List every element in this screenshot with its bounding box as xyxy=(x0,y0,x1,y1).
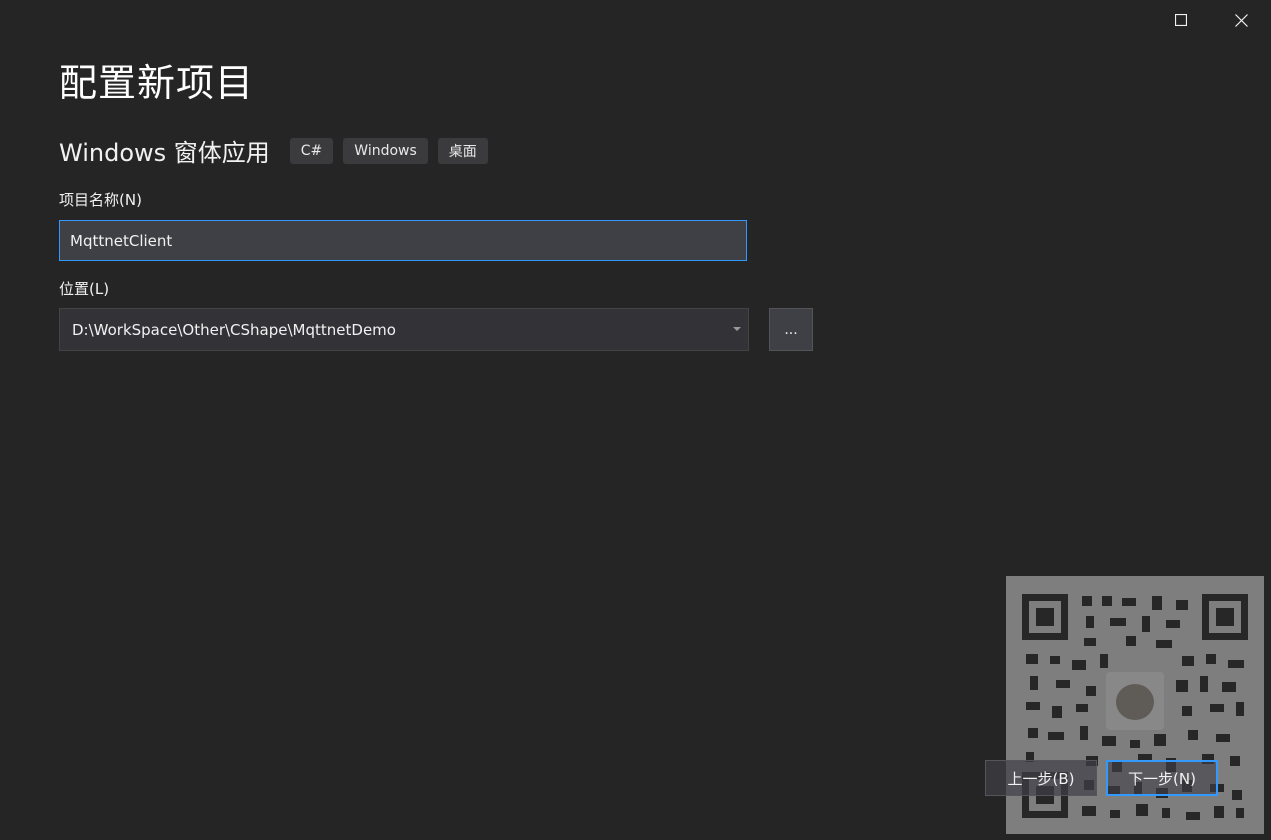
configure-project-window: 配置新项目 Windows 窗体应用 C# Windows 桌面 项目名称(N)… xyxy=(0,0,1271,840)
tag-platform: Windows xyxy=(343,137,428,164)
close-button[interactable] xyxy=(1211,0,1271,40)
close-icon xyxy=(1234,13,1248,27)
qr-center-avatar xyxy=(1106,672,1164,730)
location-value: D:\WorkSpace\Other\CShape\MqttnetDemo xyxy=(72,320,396,339)
project-name-label: 项目名称(N) xyxy=(59,191,142,209)
browse-button[interactable]: ... xyxy=(769,308,813,351)
avatar-face xyxy=(1116,684,1154,720)
tag-language: C# xyxy=(289,137,334,164)
maximize-button[interactable] xyxy=(1151,0,1211,40)
tag-project-type: 桌面 xyxy=(437,137,488,164)
template-info: Windows 窗体应用 C# Windows 桌面 xyxy=(59,133,498,168)
back-button[interactable]: 上一步(B) xyxy=(985,760,1097,796)
maximize-icon xyxy=(1175,14,1187,26)
page-title: 配置新项目 xyxy=(59,61,255,105)
project-name-input[interactable] xyxy=(59,220,747,261)
location-combobox[interactable]: D:\WorkSpace\Other\CShape\MqttnetDemo xyxy=(59,308,749,351)
next-button[interactable]: 下一步(N) xyxy=(1106,760,1218,796)
location-label: 位置(L) xyxy=(59,280,110,298)
dropdown-arrow-icon[interactable] xyxy=(726,327,748,332)
template-name: Windows 窗体应用 xyxy=(59,139,270,167)
window-controls xyxy=(1151,0,1271,40)
